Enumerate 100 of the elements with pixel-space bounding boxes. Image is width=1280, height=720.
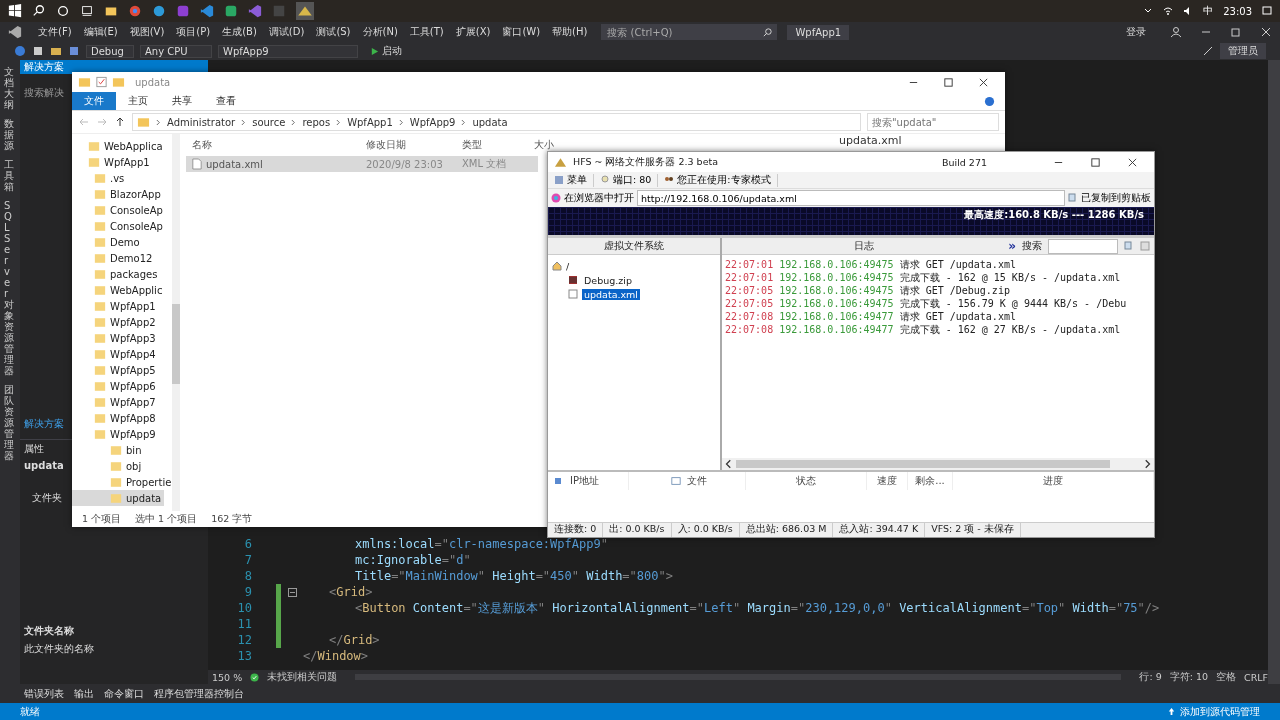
port-button[interactable]: 端口: 80 bbox=[594, 173, 659, 187]
tree-item[interactable]: WebApplic bbox=[72, 282, 166, 298]
menu-item[interactable]: 帮助(H) bbox=[546, 25, 594, 39]
tree-item[interactable]: WpfApp9 bbox=[72, 426, 159, 442]
source-control-button[interactable]: 添加到源代码管理 bbox=[1180, 704, 1260, 719]
task-view-icon[interactable] bbox=[80, 4, 94, 18]
close-icon[interactable] bbox=[1127, 156, 1138, 168]
configuration-dropdown[interactable]: Debug bbox=[86, 44, 134, 58]
tool-window-tab[interactable]: 命令窗口 bbox=[104, 686, 144, 701]
new-item-icon[interactable] bbox=[32, 45, 44, 57]
side-tab[interactable]: 团队资源管理器 bbox=[0, 384, 18, 461]
open-folder-icon[interactable] bbox=[50, 45, 62, 57]
expand-button[interactable]: » bbox=[1008, 239, 1016, 253]
address-bar[interactable]: Administrator source repos WpfApp1 WpfApp9 updata bbox=[132, 113, 861, 131]
tool-window-tab[interactable]: 程序包管理器控制台 bbox=[154, 686, 244, 701]
tree-item[interactable]: WpfApp1 bbox=[72, 298, 159, 314]
login-link[interactable]: 登录 bbox=[1120, 25, 1152, 39]
tree-item[interactable]: updata bbox=[72, 490, 165, 506]
up-arrow-icon[interactable] bbox=[114, 116, 126, 128]
side-tab[interactable]: SQL Server 对象资源管理器 bbox=[0, 200, 18, 376]
menu-item[interactable]: 测试(S) bbox=[310, 25, 357, 39]
copy-icon[interactable] bbox=[1124, 241, 1134, 251]
windows-logo-icon[interactable] bbox=[8, 4, 22, 18]
menu-item[interactable]: 文件(F) bbox=[32, 25, 78, 39]
tree-item[interactable]: packages bbox=[72, 266, 161, 282]
column-header[interactable]: 速度 bbox=[867, 472, 908, 490]
visual-studio-icon[interactable] bbox=[248, 4, 262, 18]
menu-item[interactable]: 编辑(E) bbox=[77, 25, 124, 39]
tree-item[interactable]: WpfApp3 bbox=[72, 330, 159, 346]
hfs-icon[interactable] bbox=[296, 2, 314, 20]
menu-item[interactable]: 分析(N) bbox=[356, 25, 404, 39]
back-icon[interactable] bbox=[14, 45, 26, 57]
menu-item[interactable]: 调试(D) bbox=[262, 25, 311, 39]
chrome-icon[interactable] bbox=[128, 4, 142, 18]
start-button[interactable]: 启动 bbox=[364, 43, 408, 59]
menu-button[interactable]: 菜单 bbox=[548, 173, 594, 187]
menu-item[interactable]: 窗口(W) bbox=[496, 25, 547, 39]
person-icon[interactable] bbox=[1170, 26, 1182, 38]
restore-icon[interactable] bbox=[1230, 26, 1242, 38]
tree-item[interactable]: BlazorApp bbox=[72, 186, 164, 202]
search-icon[interactable] bbox=[32, 4, 46, 18]
breadcrumb-item[interactable]: updata bbox=[472, 116, 508, 128]
ribbon-tab[interactable]: 主页 bbox=[116, 92, 160, 110]
tree-item[interactable]: WpfApp5 bbox=[72, 362, 159, 378]
ribbon-tab[interactable]: 文件 bbox=[72, 92, 116, 110]
tree-item[interactable]: bin bbox=[72, 442, 145, 458]
scroll-right-icon[interactable] bbox=[1142, 459, 1152, 469]
column-header[interactable]: 状态 bbox=[746, 472, 867, 490]
ribbon-tab[interactable]: 共享 bbox=[160, 92, 204, 110]
column-header[interactable]: 剩余... bbox=[908, 472, 953, 490]
column-header[interactable]: IP地址 bbox=[548, 472, 629, 490]
scrollbar[interactable] bbox=[1268, 60, 1280, 684]
tree-item[interactable]: / bbox=[552, 259, 573, 273]
file-row[interactable]: updata.xml 2020/9/8 23:03 XML 文档 bbox=[186, 156, 538, 172]
tree-item[interactable]: Debug.zip bbox=[582, 274, 634, 286]
breadcrumb-item[interactable]: WpfApp1 bbox=[347, 116, 393, 128]
copy-button[interactable]: 已复制到剪贴板 bbox=[1065, 191, 1154, 205]
tree-item[interactable]: WebApplica bbox=[72, 138, 166, 154]
scrollbar[interactable] bbox=[722, 458, 1154, 470]
tree-item[interactable]: .vs bbox=[72, 170, 128, 186]
tree-item[interactable]: Demo12 bbox=[72, 250, 156, 266]
vscode-icon[interactable] bbox=[200, 4, 214, 18]
close-icon[interactable] bbox=[978, 76, 989, 88]
tool-window-tab[interactable]: 输出 bbox=[74, 686, 94, 701]
search-field[interactable]: 搜索 (Ctrl+Q) bbox=[605, 25, 763, 39]
tree-item[interactable]: WpfApp4 bbox=[72, 346, 159, 362]
search-box[interactable]: 搜索 (Ctrl+Q) bbox=[601, 24, 778, 40]
ime-indicator[interactable]: 中 bbox=[1203, 4, 1214, 18]
column-header[interactable]: 修改日期 bbox=[366, 138, 462, 152]
tree-item[interactable]: obj bbox=[72, 458, 145, 474]
app-icon[interactable] bbox=[176, 4, 190, 18]
ribbon-tab[interactable]: 查看 bbox=[204, 92, 248, 110]
edge-icon[interactable] bbox=[152, 4, 166, 18]
menu-item[interactable]: 视图(V) bbox=[123, 25, 171, 39]
column-header[interactable]: 大小 bbox=[534, 138, 564, 152]
panel-tab[interactable]: 解决方案 bbox=[20, 415, 68, 433]
maximize-icon[interactable] bbox=[943, 76, 954, 88]
breadcrumb-item[interactable]: Administrator bbox=[167, 116, 236, 128]
issues-status[interactable]: 未找到相关问题 bbox=[267, 670, 338, 684]
save-icon[interactable] bbox=[68, 45, 80, 57]
platform-dropdown[interactable]: Any CPU bbox=[140, 44, 212, 58]
help-icon[interactable] bbox=[984, 95, 995, 107]
url-field[interactable]: http://192.168.0.106/updata.xml bbox=[637, 190, 1065, 206]
tree-item[interactable]: Propertie bbox=[72, 474, 175, 490]
menu-item[interactable]: 扩展(X) bbox=[449, 25, 497, 39]
side-tab[interactable]: 数据源 bbox=[0, 118, 18, 151]
notification-icon[interactable] bbox=[1262, 6, 1272, 16]
menu-item[interactable]: 工具(T) bbox=[403, 25, 450, 39]
live-share-icon[interactable] bbox=[1202, 45, 1214, 57]
breadcrumb-item[interactable]: source bbox=[252, 116, 286, 128]
tree-item[interactable]: Demo bbox=[72, 234, 143, 250]
checkbox-icon[interactable] bbox=[95, 76, 108, 88]
tree-item[interactable]: ConsoleAp bbox=[72, 218, 166, 234]
open-in-browser-button[interactable]: 在浏览器中打开 bbox=[548, 191, 637, 205]
scrollbar[interactable] bbox=[172, 134, 180, 511]
clock[interactable]: 23:03 bbox=[1223, 5, 1252, 17]
menu-item[interactable]: 项目(P) bbox=[170, 25, 217, 39]
side-tab[interactable]: 工具箱 bbox=[0, 159, 18, 192]
circle-icon[interactable] bbox=[56, 4, 70, 18]
column-header[interactable]: 类型 bbox=[462, 138, 534, 152]
